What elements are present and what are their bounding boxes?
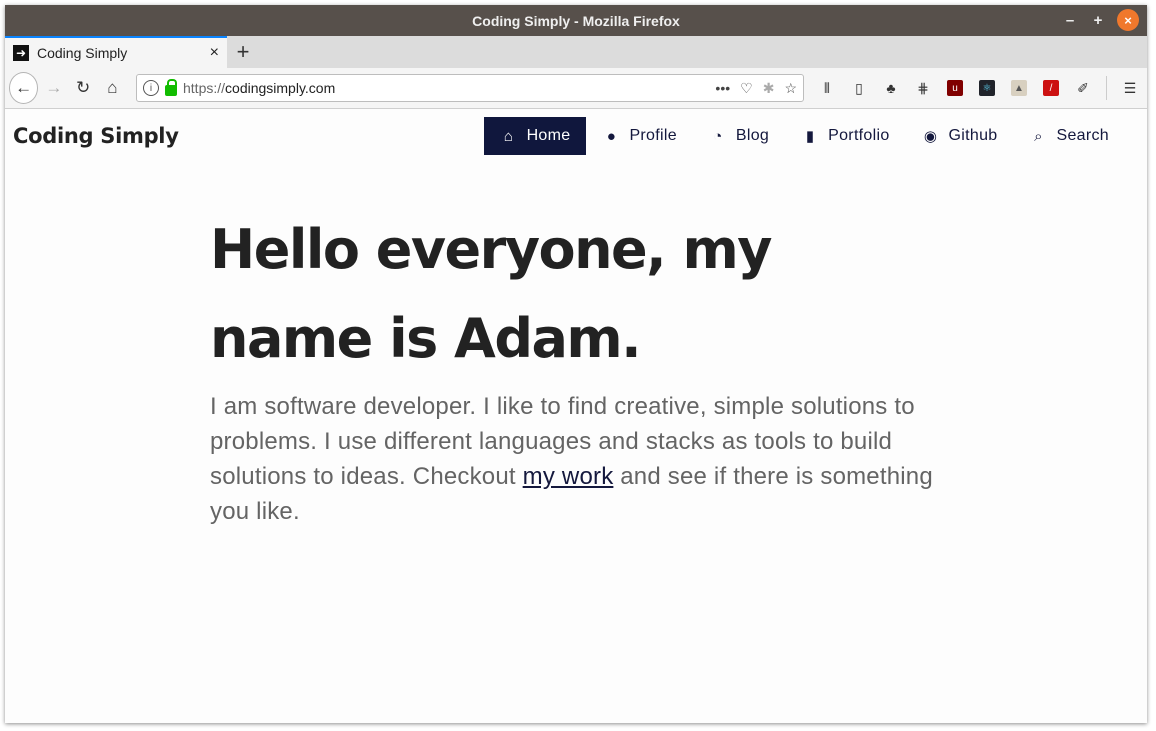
- tab-close-icon[interactable]: ×: [210, 44, 219, 62]
- eraser-extension-icon[interactable]: ✐: [1070, 75, 1096, 101]
- nav-home[interactable]: ⌂ Home: [483, 117, 587, 155]
- new-tab-button[interactable]: +: [227, 36, 259, 68]
- toolbar-separator: [1106, 76, 1107, 100]
- bookmark-star-icon[interactable]: ☆: [784, 80, 797, 97]
- user-icon: ●: [606, 127, 617, 145]
- my-work-link[interactable]: my work: [523, 463, 614, 490]
- nav-github[interactable]: ◉ Github: [906, 117, 1014, 155]
- nav-github-label: Github: [948, 127, 998, 144]
- browser-toolbar: ← → ↻ ⌂ i https://codingsimply.com ••• ♡…: [5, 68, 1147, 109]
- search-icon: ⌕: [1034, 127, 1043, 145]
- nav-blog-label: Blog: [735, 127, 770, 144]
- reload-icon: ↻: [76, 78, 91, 97]
- arrow-right-icon: →: [45, 78, 63, 97]
- nav-portfolio[interactable]: ▮ Portfolio: [785, 117, 905, 155]
- reload-button[interactable]: ↻: [70, 73, 97, 103]
- nav-home-label: Home: [526, 127, 571, 144]
- page-content: Coding Simply ⌂ Home ● Profile ◔ Blog ▮ …: [5, 109, 1147, 723]
- page-actions-button[interactable]: •••: [715, 80, 730, 97]
- back-button[interactable]: ←: [9, 72, 39, 104]
- ublock-badge: u: [947, 80, 963, 96]
- maximize-button[interactable]: +: [1089, 9, 1107, 31]
- github-icon: ◉: [923, 128, 938, 145]
- home-icon: ⌂: [107, 78, 118, 97]
- sidebar-icon[interactable]: ▯: [846, 75, 872, 101]
- library-icon[interactable]: ⫴: [814, 75, 840, 101]
- url-bar[interactable]: i https://codingsimply.com ••• ♡ ✱ ☆: [136, 74, 804, 102]
- fence-extension-icon[interactable]: ⋕: [910, 75, 936, 101]
- tab-title: Coding Simply: [37, 45, 128, 61]
- window-controls: – + ×: [1061, 9, 1139, 31]
- image-badge: ▲: [1011, 80, 1027, 96]
- ublock-icon[interactable]: u: [942, 75, 968, 101]
- nav-profile-label: Profile: [629, 127, 677, 144]
- site-nav: ⌂ Home ● Profile ◔ Blog ▮ Portfolio ◉ Gi…: [483, 117, 1126, 155]
- browser-window: Coding Simply - Mozilla Firefox – + × ➜ …: [5, 5, 1147, 723]
- toolbar-extensions: ⫴ ▯ ♣ ⋕ u ⚛ ▲ / ✐ ☰: [814, 75, 1143, 101]
- tab-coding-simply[interactable]: ➜ Coding Simply ×: [5, 36, 227, 68]
- bug-icon[interactable]: ✱: [763, 80, 775, 97]
- url-text[interactable]: https://codingsimply.com: [183, 80, 709, 96]
- bookmark-icon: ▮: [805, 128, 815, 145]
- rss-icon: ◔: [713, 127, 723, 145]
- react-badge: ⚛: [979, 80, 995, 96]
- site-favicon-icon: ➜: [13, 45, 29, 61]
- site-brand[interactable]: Coding Simply: [13, 124, 179, 148]
- site-header: Coding Simply ⌂ Home ● Profile ◔ Blog ▮ …: [5, 109, 1147, 163]
- close-window-button[interactable]: ×: [1117, 9, 1139, 31]
- info-icon[interactable]: i: [143, 80, 159, 96]
- window-titlebar: Coding Simply - Mozilla Firefox – + ×: [5, 5, 1147, 36]
- nav-search[interactable]: ⌕ Search: [1014, 117, 1126, 155]
- url-actions: ••• ♡ ✱ ☆: [715, 80, 797, 97]
- pen-badge: /: [1043, 80, 1059, 96]
- nav-portfolio-label: Portfolio: [828, 127, 890, 144]
- hero-intro: I am software developer. I like to find …: [210, 389, 950, 529]
- window-title: Coding Simply - Mozilla Firefox: [472, 12, 680, 29]
- minimize-button[interactable]: –: [1061, 9, 1079, 31]
- pocket-icon[interactable]: ♡: [740, 80, 753, 97]
- nav-profile[interactable]: ● Profile: [586, 117, 692, 155]
- home-button[interactable]: ⌂: [99, 73, 126, 103]
- react-devtools-icon[interactable]: ⚛: [974, 75, 1000, 101]
- hero-heading: Hello everyone, my name is Adam.: [210, 218, 772, 370]
- menu-icon[interactable]: ☰: [1117, 75, 1143, 101]
- forward-button[interactable]: →: [40, 73, 67, 103]
- pen-extension-icon[interactable]: /: [1038, 75, 1064, 101]
- url-host: codingsimply.com: [225, 80, 336, 96]
- nav-blog[interactable]: ◔ Blog: [693, 117, 785, 155]
- arrow-left-icon: ←: [15, 78, 33, 97]
- hero-section: Hello everyone, my name is Adam. I am so…: [210, 205, 950, 529]
- lock-icon: [165, 78, 177, 96]
- gnome-extension-icon[interactable]: ♣: [878, 75, 904, 101]
- nav-search-label: Search: [1056, 127, 1109, 144]
- home-icon: ⌂: [503, 127, 514, 145]
- url-protocol: https://: [183, 80, 226, 96]
- tab-strip: ➜ Coding Simply × +: [5, 36, 1147, 68]
- image-extension-icon[interactable]: ▲: [1006, 75, 1032, 101]
